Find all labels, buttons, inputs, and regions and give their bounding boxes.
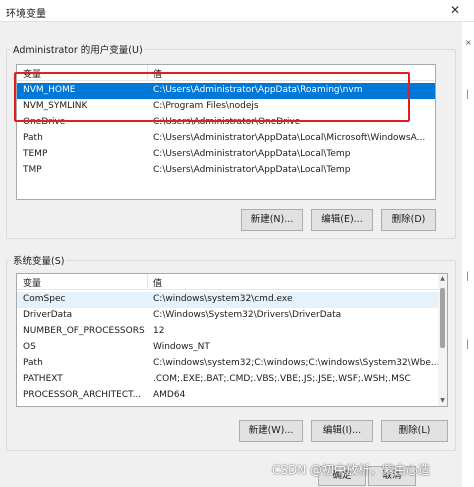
sys-var-row[interactable]: DriverData C:\Windows\System32\Drivers\D…: [17, 308, 447, 324]
user-var-row[interactable]: NVM_SYMLINK C:\Program Files\nodejs: [17, 99, 435, 115]
var-name: NUMBER_OF_PROCESSORS: [23, 326, 145, 336]
user-vars-title: Administrator 的用户变量(U): [11, 42, 145, 56]
header-name[interactable]: 变量: [23, 67, 41, 80]
user-var-row[interactable]: TEMP C:\Users\Administrator\AppData\Loca…: [17, 147, 435, 163]
user-vars-list[interactable]: 变量 值 NVM_HOME C:\Users\Administrator\App…: [16, 64, 436, 200]
user-var-row[interactable]: TMP C:\Users\Administrator\AppData\Local…: [17, 163, 435, 179]
user-new-button[interactable]: 新建(N)...: [241, 209, 303, 231]
var-name: NVM_HOME: [23, 85, 76, 95]
var-name: NVM_SYMLINK: [23, 101, 88, 111]
header-name[interactable]: 变量: [23, 276, 41, 289]
sys-vars-title: 系统变量(S): [11, 253, 67, 267]
var-name: DriverData: [23, 310, 73, 320]
sys-var-row[interactable]: OS Windows_NT: [17, 340, 447, 356]
var-name: PATHEXT: [23, 374, 63, 384]
var-value: AMD64: [153, 390, 186, 400]
header-value[interactable]: 值: [153, 67, 162, 80]
user-var-row[interactable]: NVM_HOME C:\Users\Administrator\AppData\…: [17, 83, 435, 99]
user-var-row[interactable]: Path C:\Users\Administrator\AppData\Loca…: [17, 131, 435, 147]
close-icon[interactable]: ✕: [450, 3, 460, 17]
scroll-thumb[interactable]: [440, 288, 445, 348]
sys-var-row[interactable]: NUMBER_OF_PROCESSORS 12: [17, 324, 447, 340]
sys-vars-list[interactable]: 变量 值 ComSpec C:\windows\system32\cmd.exe…: [16, 273, 448, 407]
var-value: C:\Users\Administrator\AppData\Local\Tem…: [153, 165, 351, 175]
header-value[interactable]: 值: [153, 276, 162, 289]
sys-var-row[interactable]: Path C:\windows\system32;C:\windows;C:\w…: [17, 356, 447, 372]
sys-vars-header: 变量 值: [17, 274, 447, 290]
var-value: C:\Users\Administrator\AppData\Local\Mic…: [153, 133, 426, 143]
var-value: C:\windows\system32\cmd.exe: [153, 294, 293, 304]
title-bar: 环境变量 ✕: [0, 0, 474, 22]
var-value: .COM;.EXE;.BAT;.CMD;.VBS;.VBE;.JS;.JSE;.…: [153, 374, 411, 384]
var-value: C:\Users\Administrator\AppData\Local\Tem…: [153, 149, 351, 159]
var-name: Path: [23, 133, 43, 143]
var-value: C:\Program Files\nodejs: [153, 101, 259, 111]
var-value: C:\Users\Administrator\OneDrive: [153, 117, 301, 127]
user-delete-button[interactable]: 删除(D): [381, 209, 436, 231]
edge-glyph: │: [465, 340, 470, 349]
var-value: C:\Users\Administrator\AppData\Roaming\n…: [153, 85, 363, 95]
var-name: OneDrive: [23, 117, 66, 127]
sys-vars-scrollbar[interactable]: ▲ ▼: [438, 274, 447, 406]
background-window-edge: × │ │ │: [462, 22, 474, 487]
scroll-down-icon[interactable]: ▼: [438, 396, 447, 406]
sys-edit-button[interactable]: 编辑(I)...: [311, 420, 373, 442]
watermark: CSDN @初中放析，紫由心造: [272, 463, 431, 477]
var-name: ComSpec: [23, 294, 66, 304]
user-edit-button[interactable]: 编辑(E)...: [311, 209, 373, 231]
edge-glyph: │: [465, 90, 470, 99]
edge-glyph: ×: [465, 38, 472, 47]
sys-var-row[interactable]: PATHEXT .COM;.EXE;.BAT;.CMD;.VBS;.VBE;.J…: [17, 372, 447, 388]
sys-new-button[interactable]: 新建(W)...: [239, 420, 303, 442]
edge-glyph: │: [465, 272, 470, 281]
user-vars-header: 变量 值: [17, 65, 435, 81]
var-value: C:\Windows\System32\Drivers\DriverData: [153, 310, 342, 320]
scroll-up-icon[interactable]: ▲: [438, 274, 447, 284]
var-name: TEMP: [23, 149, 48, 159]
var-name: OS: [23, 342, 36, 352]
user-var-row[interactable]: OneDrive C:\Users\Administrator\OneDrive: [17, 115, 435, 131]
sys-var-row[interactable]: ComSpec C:\windows\system32\cmd.exe: [17, 292, 439, 308]
sys-delete-button[interactable]: 删除(L): [381, 420, 448, 442]
var-value: Windows_NT: [153, 342, 210, 352]
var-value: 12: [153, 326, 165, 336]
window-title: 环境变量: [6, 9, 46, 20]
var-name: TMP: [23, 165, 42, 175]
var-name: Path: [23, 358, 43, 368]
var-value: C:\windows\system32;C:\windows;C:\window…: [153, 358, 440, 368]
var-name: PROCESSOR_ARCHITECT...: [23, 390, 142, 400]
sys-var-row[interactable]: PROCESSOR_ARCHITECT... AMD64: [17, 388, 447, 404]
